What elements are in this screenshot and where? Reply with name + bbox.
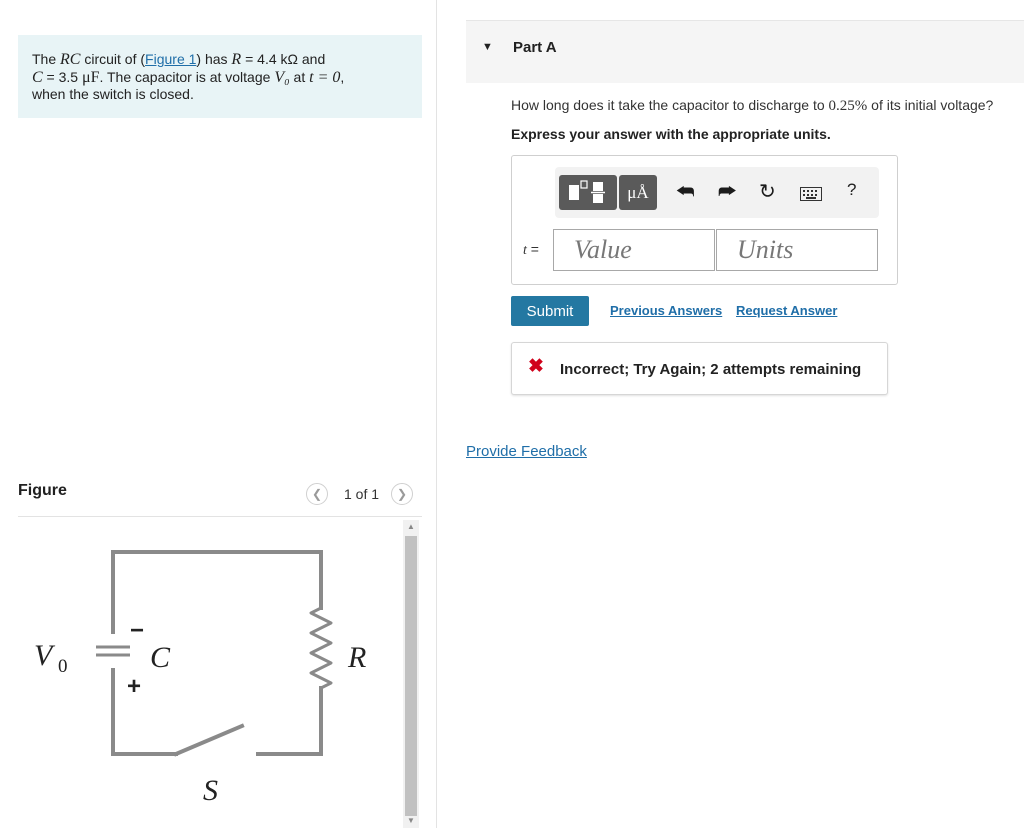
voltage-subscript: 0 [58,656,68,677]
part-a-header[interactable]: ▼ Part A [466,20,1024,83]
rc-symbol: RC [60,51,81,68]
caret-down-icon[interactable]: ▼ [482,41,493,53]
problem-text: , [340,68,345,85]
minus-sign: − [130,617,144,644]
problem-text: at [289,68,310,85]
problem-text: . The capacitor is at voltage [99,68,275,85]
previous-answers-link[interactable]: Previous Answers [610,303,722,318]
submit-button[interactable]: Submit [511,296,589,326]
problem-statement: The RC circuit of (Figure 1) has R = 4.4… [18,35,422,118]
problem-text: and [297,51,326,67]
scroll-up-arrow-icon[interactable]: ▲ [404,520,418,534]
capacitor-label: C [150,641,171,674]
chevron-left-icon[interactable]: ❮ [306,483,328,505]
t-expression: t = 0 [309,68,341,86]
request-answer-link[interactable]: Request Answer [736,303,837,318]
math-toolbar: μÅ ⮪ ⮫ ↻ ? [555,167,879,218]
redo-icon[interactable]: ⮫ [718,181,737,203]
switch-blade [173,723,245,757]
figure-counter: 1 of 1 [344,486,380,502]
part-title: Part A [513,39,557,56]
r-symbol: R [231,51,242,68]
question-text: How long does it take the capacitor to d… [511,97,993,115]
figure-link[interactable]: Figure 1 [145,51,196,67]
problem-text: The [32,51,61,67]
equals-sign: = [526,241,539,257]
figure-divider [18,516,422,517]
question-percent: 0.25% [828,98,868,114]
problem-text: circuit of ( [80,51,146,67]
provide-feedback-link[interactable]: Provide Feedback [466,443,587,460]
resistor-symbol [309,606,333,690]
reset-icon[interactable]: ↻ [759,181,776,203]
c-unit: μF [81,68,100,86]
problem-text: when the switch is closed. [32,86,194,102]
units-button[interactable]: μÅ [619,175,657,210]
resistor-label: R [347,641,366,674]
variable-label: t = [523,241,539,259]
x-icon: ✖ [528,356,544,377]
figure-scrollbar-thumb[interactable] [405,536,417,816]
units-input[interactable] [716,229,878,271]
voltage-label: V [34,639,56,672]
keyboard-icon[interactable] [800,184,822,206]
figure-title: Figure [18,482,67,499]
answer-instruction: Express your answer with the appropriate… [511,126,831,142]
rc-circuit-figure: V 0 C R S − + [34,550,366,807]
scroll-down-arrow-icon[interactable]: ▼ [404,814,418,828]
feedback-message: ✖ Incorrect; Try Again; 2 attempts remai… [511,342,888,395]
column-divider [436,0,437,828]
c-symbol: C [32,68,43,86]
question-part: of its initial voltage? [867,97,994,113]
templates-icon[interactable] [559,175,617,210]
figure-pager: ❮ 1 of 1 ❯ [306,483,414,505]
r-value: = 4.4 kΩ [241,51,298,67]
help-button[interactable]: ? [847,180,856,200]
plus-sign: + [127,673,141,700]
value-input[interactable] [553,229,715,271]
question-part: How long does it take the capacitor to d… [511,97,829,113]
v0-symbol: V₀ [274,68,290,86]
chevron-right-icon[interactable]: ❯ [391,483,414,505]
undo-icon[interactable]: ⮪ [676,181,695,203]
capacitor-symbol [96,645,130,657]
problem-text: ) has [196,51,232,67]
feedback-text: Incorrect; Try Again; 2 attempts remaini… [560,361,862,378]
c-value: = 3.5 [42,68,82,85]
switch-label: S [203,774,218,807]
